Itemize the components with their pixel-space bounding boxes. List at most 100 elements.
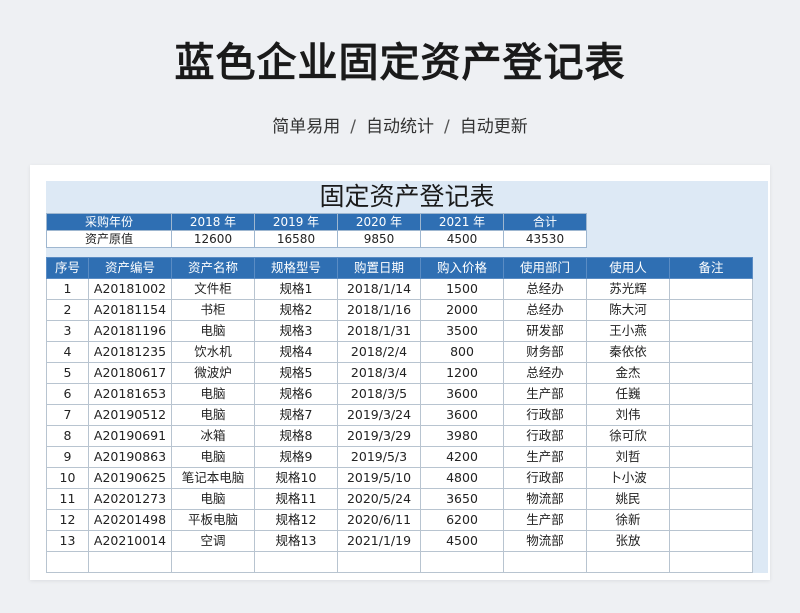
table-cell[interactable]: 冰箱 [171, 425, 255, 447]
table-cell[interactable]: 文件柜 [171, 278, 255, 300]
table-cell[interactable]: A20210014 [88, 530, 172, 552]
table-cell[interactable] [669, 299, 753, 321]
table-cell[interactable]: 规格6 [254, 383, 338, 405]
table-cell[interactable]: A20190512 [88, 404, 172, 426]
table-cell[interactable] [420, 551, 504, 573]
table-cell[interactable]: 11 [46, 488, 89, 510]
column-header[interactable]: 备注 [669, 257, 753, 279]
table-cell[interactable]: 书柜 [171, 299, 255, 321]
table-cell[interactable]: 笔记本电脑 [171, 467, 255, 489]
table-cell[interactable] [669, 425, 753, 447]
table-cell[interactable]: 总经办 [503, 278, 587, 300]
table-cell[interactable]: 饮水机 [171, 341, 255, 363]
table-cell[interactable]: 行政部 [503, 467, 587, 489]
table-cell[interactable]: 行政部 [503, 404, 587, 426]
table-cell[interactable]: 2018/1/16 [337, 299, 421, 321]
table-cell[interactable]: A20181653 [88, 383, 172, 405]
summary-value-cell[interactable]: 资产原值 [46, 230, 172, 248]
table-cell[interactable]: 张放 [586, 530, 670, 552]
table-cell[interactable] [586, 551, 670, 573]
table-cell[interactable]: 2018/3/4 [337, 362, 421, 384]
table-cell[interactable]: 财务部 [503, 341, 587, 363]
table-cell[interactable]: 8 [46, 425, 89, 447]
table-cell[interactable] [46, 551, 89, 573]
table-cell[interactable]: 1200 [420, 362, 504, 384]
table-cell[interactable]: A20181002 [88, 278, 172, 300]
table-cell[interactable]: 2018/2/4 [337, 341, 421, 363]
table-cell[interactable] [669, 530, 753, 552]
table-cell[interactable]: 13 [46, 530, 89, 552]
table-cell[interactable]: 2018/1/14 [337, 278, 421, 300]
table-cell[interactable]: 王小燕 [586, 320, 670, 342]
table-cell[interactable]: 12 [46, 509, 89, 531]
table-cell[interactable]: 2020/6/11 [337, 509, 421, 531]
table-cell[interactable]: 规格8 [254, 425, 338, 447]
table-cell[interactable]: 6 [46, 383, 89, 405]
table-cell[interactable] [669, 362, 753, 384]
table-cell[interactable]: 陈大河 [586, 299, 670, 321]
table-cell[interactable]: 3 [46, 320, 89, 342]
table-cell[interactable]: 2019/3/29 [337, 425, 421, 447]
table-cell[interactable]: A20181235 [88, 341, 172, 363]
table-cell[interactable] [669, 383, 753, 405]
table-cell[interactable]: 行政部 [503, 425, 587, 447]
table-cell[interactable]: 金杰 [586, 362, 670, 384]
table-cell[interactable]: 9 [46, 446, 89, 468]
table-cell[interactable]: A20190691 [88, 425, 172, 447]
table-cell[interactable]: 6200 [420, 509, 504, 531]
table-cell[interactable]: 规格4 [254, 341, 338, 363]
table-cell[interactable]: 规格2 [254, 299, 338, 321]
table-cell[interactable]: 物流部 [503, 488, 587, 510]
table-cell[interactable]: 4200 [420, 446, 504, 468]
table-cell[interactable]: 7 [46, 404, 89, 426]
table-cell[interactable]: 电脑 [171, 404, 255, 426]
table-cell[interactable]: 空调 [171, 530, 255, 552]
table-cell[interactable] [669, 509, 753, 531]
summary-value-cell[interactable]: 16580 [254, 230, 338, 248]
table-cell[interactable]: 姚民 [586, 488, 670, 510]
table-cell[interactable] [669, 404, 753, 426]
table-cell[interactable]: 2000 [420, 299, 504, 321]
table-cell[interactable]: 3600 [420, 383, 504, 405]
table-cell[interactable]: A20201273 [88, 488, 172, 510]
table-cell[interactable]: A20181154 [88, 299, 172, 321]
table-cell[interactable] [171, 551, 255, 573]
table-cell[interactable] [669, 446, 753, 468]
table-cell[interactable] [254, 551, 338, 573]
table-cell[interactable]: 4 [46, 341, 89, 363]
table-cell[interactable]: 刘哲 [586, 446, 670, 468]
table-cell[interactable]: 总经办 [503, 299, 587, 321]
column-header[interactable]: 使用人 [586, 257, 670, 279]
column-header[interactable]: 使用部门 [503, 257, 587, 279]
table-cell[interactable]: 徐可欣 [586, 425, 670, 447]
column-header[interactable]: 购入价格 [420, 257, 504, 279]
table-cell[interactable] [503, 551, 587, 573]
table-cell[interactable]: 规格12 [254, 509, 338, 531]
table-cell[interactable]: 10 [46, 467, 89, 489]
table-cell[interactable]: 5 [46, 362, 89, 384]
summary-value-cell[interactable]: 4500 [420, 230, 504, 248]
table-cell[interactable]: A20190863 [88, 446, 172, 468]
table-cell[interactable]: 2020/5/24 [337, 488, 421, 510]
table-cell[interactable]: 电脑 [171, 383, 255, 405]
table-cell[interactable]: 规格13 [254, 530, 338, 552]
table-cell[interactable]: 3600 [420, 404, 504, 426]
table-cell[interactable] [669, 320, 753, 342]
table-cell[interactable] [669, 341, 753, 363]
table-cell[interactable]: 3500 [420, 320, 504, 342]
table-cell[interactable]: 规格5 [254, 362, 338, 384]
table-cell[interactable]: 刘伟 [586, 404, 670, 426]
table-cell[interactable]: 电脑 [171, 446, 255, 468]
table-cell[interactable]: 物流部 [503, 530, 587, 552]
table-cell[interactable]: 1 [46, 278, 89, 300]
table-cell[interactable]: 研发部 [503, 320, 587, 342]
table-cell[interactable]: 4800 [420, 467, 504, 489]
table-cell[interactable]: 总经办 [503, 362, 587, 384]
table-cell[interactable]: 徐新 [586, 509, 670, 531]
table-cell[interactable] [337, 551, 421, 573]
table-cell[interactable]: 800 [420, 341, 504, 363]
table-cell[interactable]: 1500 [420, 278, 504, 300]
table-cell[interactable]: 平板电脑 [171, 509, 255, 531]
summary-value-cell[interactable]: 9850 [337, 230, 421, 248]
column-header[interactable]: 资产编号 [88, 257, 172, 279]
